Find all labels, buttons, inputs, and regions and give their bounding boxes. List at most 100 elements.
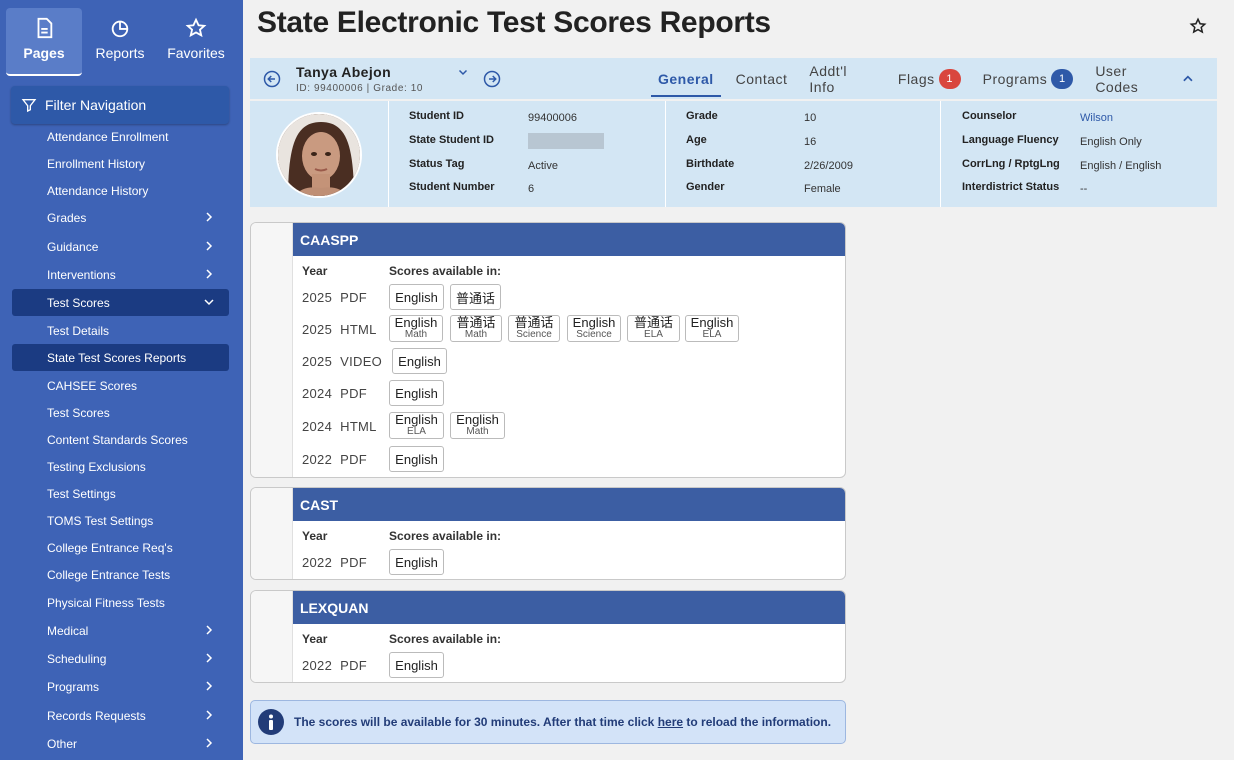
info-value: English / English	[1080, 160, 1162, 172]
tab-flags[interactable]: Flags 1	[898, 58, 961, 99]
scores-available-header: Scores available in:	[389, 264, 502, 278]
sidebar-item-cahsee-scores[interactable]: CAHSEE Scores	[12, 372, 229, 399]
chevron-right-icon[interactable]	[203, 652, 215, 664]
info-value[interactable]: Wilson	[1080, 112, 1113, 124]
chevron-down-icon[interactable]	[457, 66, 469, 78]
info-label: Age	[686, 134, 707, 146]
sidebar-item-test-details[interactable]: Test Details	[12, 317, 229, 344]
sidebar-item-testing-exclusions[interactable]: Testing Exclusions	[12, 453, 229, 480]
tab-user-codes[interactable]: User Codes	[1095, 58, 1195, 99]
sidebar-item-attendance-enrollment[interactable]: Attendance Enrollment	[12, 123, 229, 150]
sidebar-item-label: Guidance	[47, 239, 99, 254]
sidebar-item-records-requests[interactable]: Records Requests	[12, 702, 229, 729]
score-report-button[interactable]: English	[389, 446, 444, 472]
sidebar-item-guidance[interactable]: Guidance	[12, 233, 229, 260]
chevron-down-icon[interactable]	[203, 296, 215, 308]
tab-flags-label: Flags	[897, 70, 935, 87]
score-report-button[interactable]: English	[392, 348, 447, 374]
button-subject: ELA	[407, 426, 426, 437]
info-label: Interdistrict Status	[962, 181, 1060, 193]
page-title: State Electronic Test Scores Reports	[257, 6, 771, 39]
sidebar-item-test-settings[interactable]: Test Settings	[12, 480, 229, 507]
card-gutter	[251, 488, 293, 579]
student-tabs: General Contact Addt'l Info Flags 1 Progr…	[651, 58, 1217, 99]
filter-navigation-button[interactable]: Filter Navigation	[11, 86, 229, 124]
sidebar-item-label: Test Details	[47, 323, 110, 338]
score-report-button[interactable]: English ELA	[389, 412, 444, 439]
sidebar-item-attendance-history[interactable]: Attendance History	[12, 177, 229, 204]
info-value: 10	[804, 112, 817, 124]
sidebar-item-physical-fitness-tests[interactable]: Physical Fitness Tests	[12, 589, 229, 616]
nav-favorites[interactable]: Favorites	[158, 8, 234, 76]
nav-pages[interactable]: Pages	[6, 8, 82, 76]
previous-student-icon[interactable]	[263, 70, 281, 88]
button-subject: Math	[404, 329, 428, 340]
next-student-icon[interactable]	[483, 70, 501, 88]
main-content: State Electronic Test Scores Reports Tan…	[243, 0, 1234, 760]
score-row-label: 2022 PDF	[302, 658, 367, 673]
sidebar-item-other[interactable]: Other	[12, 730, 229, 757]
score-report-button[interactable]: 普通话 ELA	[627, 315, 680, 342]
score-row-label: 2025 VIDEO	[302, 354, 382, 369]
pages-icon	[33, 17, 55, 41]
score-row-label: 2024 PDF	[302, 386, 367, 401]
score-report-button[interactable]: English Math	[389, 315, 443, 342]
info-label: Student ID	[409, 110, 464, 122]
sidebar-item-enrollment-history[interactable]: Enrollment History	[12, 150, 229, 177]
sidebar-item-test-scores[interactable]: Test Scores	[12, 289, 229, 316]
chevron-right-icon[interactable]	[203, 709, 215, 721]
chevron-up-icon[interactable]	[1181, 72, 1195, 86]
score-report-button[interactable]: English	[389, 549, 444, 575]
info-column-2: Grade 10 Age 16 Birthdate 2/26/2009 Gender Fema…	[665, 101, 940, 207]
student-name[interactable]: Tanya Abejon	[296, 64, 391, 80]
year-column-header: Year	[302, 632, 328, 646]
sidebar-item-test-scores[interactable]: Test Scores	[12, 399, 229, 426]
sidebar-item-interventions[interactable]: Interventions	[12, 261, 229, 288]
sidebar-item-state-test-scores-reports[interactable]: State Test Scores Reports	[12, 344, 229, 371]
score-report-button[interactable]: 普通话 Math	[450, 315, 502, 342]
chevron-right-icon[interactable]	[203, 624, 215, 636]
score-report-button[interactable]: English	[389, 284, 444, 310]
score-format: PDF	[340, 452, 368, 467]
tab-programs-label: Programs	[982, 70, 1048, 87]
score-report-button[interactable]: English Math	[450, 412, 505, 439]
chevron-right-icon[interactable]	[203, 268, 215, 280]
score-report-button[interactable]: English ELA	[685, 315, 739, 342]
notice-text-before: The scores will be available for 30 minu…	[294, 715, 658, 729]
score-report-button[interactable]: English	[389, 652, 444, 678]
button-language: English	[690, 315, 734, 330]
nav-reports[interactable]: Reports	[82, 8, 158, 76]
score-report-button[interactable]: 普通话 Science	[508, 315, 560, 342]
cast-card: CAST Year Scores available in: 2022 PDF Engli…	[250, 487, 846, 580]
info-label: Grade	[686, 110, 718, 122]
chevron-right-icon[interactable]	[203, 680, 215, 692]
sidebar-item-college-entrance-req-s[interactable]: College Entrance Req's	[12, 534, 229, 561]
student-avatar	[276, 112, 362, 198]
chevron-right-icon[interactable]	[203, 240, 215, 252]
sidebar-item-label: Medical	[47, 623, 89, 638]
tab-contact[interactable]: Contact	[736, 58, 788, 99]
button-language: English	[456, 412, 499, 427]
chevron-right-icon[interactable]	[203, 211, 215, 223]
tab-general[interactable]: General	[651, 58, 721, 99]
reload-link[interactable]: here	[658, 715, 683, 729]
sidebar-item-scheduling[interactable]: Scheduling	[12, 645, 229, 672]
sidebar-item-content-standards-scores[interactable]: Content Standards Scores	[12, 426, 229, 453]
tab-user-codes-label: User Codes	[1095, 62, 1139, 95]
score-report-button[interactable]: English	[389, 380, 444, 406]
sidebar-item-programs[interactable]: Programs	[12, 673, 229, 700]
info-column-1: Student ID 99400006 State Student ID Status…	[388, 101, 665, 207]
tab-addtl-info[interactable]: Addt'l Info	[809, 58, 876, 99]
score-report-button[interactable]: English Science	[567, 315, 621, 342]
sidebar-item-college-entrance-tests[interactable]: College Entrance Tests	[12, 561, 229, 588]
favorite-star-icon[interactable]	[1189, 17, 1207, 35]
score-report-button[interactable]: 普通话	[450, 284, 501, 310]
score-row-label: 2024 HTML	[302, 419, 377, 434]
sidebar-item-medical[interactable]: Medical	[12, 617, 229, 644]
chevron-right-icon[interactable]	[203, 737, 215, 749]
info-value: 16	[804, 136, 817, 148]
sidebar-item-toms-test-settings[interactable]: TOMS Test Settings	[12, 507, 229, 534]
sidebar-item-grades[interactable]: Grades	[12, 204, 229, 231]
tab-programs[interactable]: Programs 1	[983, 58, 1074, 99]
button-language: 普通话	[514, 315, 554, 330]
